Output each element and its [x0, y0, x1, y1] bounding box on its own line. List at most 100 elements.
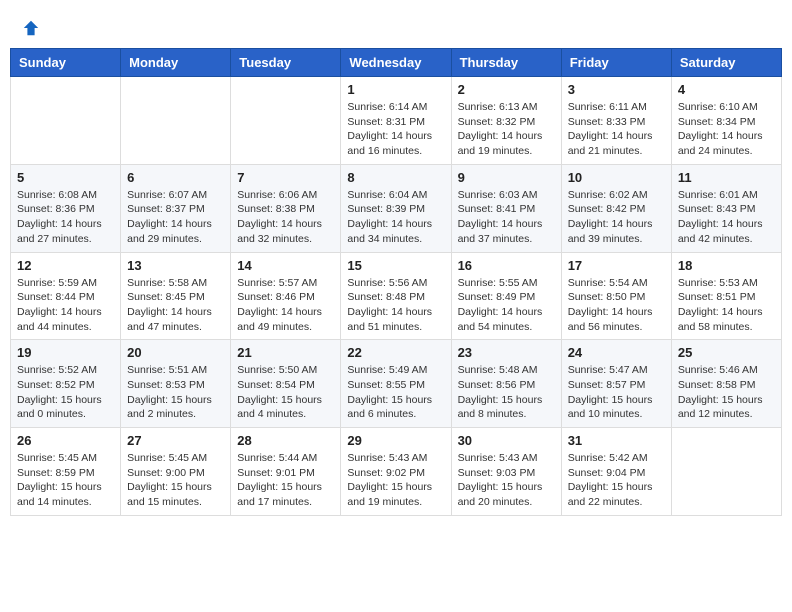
day-info: Sunrise: 6:02 AMSunset: 8:42 PMDaylight:…: [568, 188, 665, 247]
day-number: 24: [568, 345, 665, 360]
day-number: 8: [347, 170, 444, 185]
calendar-cell: 9Sunrise: 6:03 AMSunset: 8:41 PMDaylight…: [451, 164, 561, 252]
day-info: Sunrise: 5:53 AMSunset: 8:51 PMDaylight:…: [678, 276, 775, 335]
day-info: Sunrise: 5:59 AMSunset: 8:44 PMDaylight:…: [17, 276, 114, 335]
day-info: Sunrise: 5:48 AMSunset: 8:56 PMDaylight:…: [458, 363, 555, 422]
calendar-week-row: 26 Sunrise: 5:45 AMSunset: 8:59 PMDayligh…: [11, 428, 782, 516]
day-info: Sunrise: 5:56 AMSunset: 8:48 PMDaylight:…: [347, 276, 444, 335]
logo-icon: [22, 19, 40, 37]
calendar-cell: 20Sunrise: 5:51 AMSunset: 8:53 PMDayligh…: [121, 340, 231, 428]
day-info: Sunrise: 6:01 AMSunset: 8:43 PMDaylight:…: [678, 188, 775, 247]
day-info: Sunrise: 5:42 AMSunset: 9:04 PMDaylight:…: [568, 451, 665, 510]
day-number: 18: [678, 258, 775, 273]
day-info: Sunrise: 5:58 AMSunset: 8:45 PMDaylight:…: [127, 276, 224, 335]
day-number: 14: [237, 258, 334, 273]
calendar-cell: 18 Sunrise: 5:53 AMSunset: 8:51 PMDayligh…: [671, 252, 781, 340]
day-info: Sunrise: 5:44 AMSunset: 9:01 PMDaylight:…: [237, 451, 334, 510]
day-number: 4: [678, 82, 775, 97]
calendar-cell: 10 Sunrise: 6:02 AMSunset: 8:42 PMDayligh…: [561, 164, 671, 252]
day-number: 6: [127, 170, 224, 185]
calendar-cell: [231, 77, 341, 165]
calendar-cell: [671, 428, 781, 516]
day-number: 19: [17, 345, 114, 360]
day-info: Sunrise: 5:45 AMSunset: 8:59 PMDaylight:…: [17, 451, 114, 510]
calendar-cell: 7Sunrise: 6:06 AMSunset: 8:38 PMDaylight…: [231, 164, 341, 252]
day-number: 28: [237, 433, 334, 448]
day-info: Sunrise: 6:14 AMSunset: 8:31 PMDaylight:…: [347, 100, 444, 159]
day-number: 22: [347, 345, 444, 360]
calendar-cell: 5 Sunrise: 6:08 AMSunset: 8:36 PMDaylight…: [11, 164, 121, 252]
day-info: Sunrise: 6:13 AMSunset: 8:32 PMDaylight:…: [458, 100, 555, 159]
calendar-cell: 31 Sunrise: 5:42 AMSunset: 9:04 PMDayligh…: [561, 428, 671, 516]
day-info: Sunrise: 5:45 AMSunset: 9:00 PMDaylight:…: [127, 451, 224, 510]
day-info: Sunrise: 6:11 AMSunset: 8:33 PMDaylight:…: [568, 100, 665, 159]
day-number: 2: [458, 82, 555, 97]
calendar-cell: 24 Sunrise: 5:47 AMSunset: 8:57 PMDayligh…: [561, 340, 671, 428]
calendar-cell: 22 Sunrise: 5:49 AMSunset: 8:55 PMDayligh…: [341, 340, 451, 428]
day-info: Sunrise: 5:46 AMSunset: 8:58 PMDaylight:…: [678, 363, 775, 422]
day-number: 21: [237, 345, 334, 360]
day-header-monday: Monday: [121, 49, 231, 77]
day-number: 31: [568, 433, 665, 448]
calendar-cell: 4Sunrise: 6:10 AMSunset: 8:34 PMDaylight…: [671, 77, 781, 165]
day-header-tuesday: Tuesday: [231, 49, 341, 77]
day-info: Sunrise: 5:52 AMSunset: 8:52 PMDaylight:…: [17, 363, 114, 422]
calendar-cell: 2 Sunrise: 6:13 AMSunset: 8:32 PMDaylight…: [451, 77, 561, 165]
calendar-cell: 13 Sunrise: 5:58 AMSunset: 8:45 PMDayligh…: [121, 252, 231, 340]
day-number: 25: [678, 345, 775, 360]
calendar-cell: 1 Sunrise: 6:14 AMSunset: 8:31 PMDaylight…: [341, 77, 451, 165]
calendar-week-row: 5 Sunrise: 6:08 AMSunset: 8:36 PMDaylight…: [11, 164, 782, 252]
day-number: 16: [458, 258, 555, 273]
day-number: 15: [347, 258, 444, 273]
calendar-cell: 15 Sunrise: 5:56 AMSunset: 8:48 PMDayligh…: [341, 252, 451, 340]
day-number: 27: [127, 433, 224, 448]
day-number: 12: [17, 258, 114, 273]
day-header-thursday: Thursday: [451, 49, 561, 77]
calendar-cell: 19 Sunrise: 5:52 AMSunset: 8:52 PMDayligh…: [11, 340, 121, 428]
day-number: 10: [568, 170, 665, 185]
calendar-cell: [121, 77, 231, 165]
calendar-week-row: 19 Sunrise: 5:52 AMSunset: 8:52 PMDayligh…: [11, 340, 782, 428]
calendar-cell: 11 Sunrise: 6:01 AMSunset: 8:43 PMDayligh…: [671, 164, 781, 252]
calendar-week-row: 12 Sunrise: 5:59 AMSunset: 8:44 PMDayligh…: [11, 252, 782, 340]
day-info: Sunrise: 5:55 AMSunset: 8:49 PMDaylight:…: [458, 276, 555, 335]
calendar-cell: 30Sunrise: 5:43 AMSunset: 9:03 PMDayligh…: [451, 428, 561, 516]
day-number: 23: [458, 345, 555, 360]
page-header: [10, 10, 782, 38]
calendar-cell: 23 Sunrise: 5:48 AMSunset: 8:56 PMDayligh…: [451, 340, 561, 428]
calendar-cell: 26 Sunrise: 5:45 AMSunset: 8:59 PMDayligh…: [11, 428, 121, 516]
calendar-week-row: 1 Sunrise: 6:14 AMSunset: 8:31 PMDaylight…: [11, 77, 782, 165]
calendar-table: SundayMondayTuesdayWednesdayThursdayFrid…: [10, 48, 782, 516]
day-info: Sunrise: 5:49 AMSunset: 8:55 PMDaylight:…: [347, 363, 444, 422]
day-info: Sunrise: 5:57 AMSunset: 8:46 PMDaylight:…: [237, 276, 334, 335]
calendar-cell: 25 Sunrise: 5:46 AMSunset: 8:58 PMDayligh…: [671, 340, 781, 428]
calendar-cell: 16 Sunrise: 5:55 AMSunset: 8:49 PMDayligh…: [451, 252, 561, 340]
day-info: Sunrise: 6:04 AMSunset: 8:39 PMDaylight:…: [347, 188, 444, 247]
day-info: Sunrise: 5:54 AMSunset: 8:50 PMDaylight:…: [568, 276, 665, 335]
day-header-saturday: Saturday: [671, 49, 781, 77]
day-number: 1: [347, 82, 444, 97]
day-header-wednesday: Wednesday: [341, 49, 451, 77]
day-info: Sunrise: 5:43 AMSunset: 9:03 PMDaylight:…: [458, 451, 555, 510]
day-number: 13: [127, 258, 224, 273]
day-number: 29: [347, 433, 444, 448]
day-info: Sunrise: 5:47 AMSunset: 8:57 PMDaylight:…: [568, 363, 665, 422]
day-number: 11: [678, 170, 775, 185]
day-number: 26: [17, 433, 114, 448]
calendar-header-row: SundayMondayTuesdayWednesdayThursdayFrid…: [11, 49, 782, 77]
day-header-sunday: Sunday: [11, 49, 121, 77]
day-info: Sunrise: 6:08 AMSunset: 8:36 PMDaylight:…: [17, 188, 114, 247]
day-info: Sunrise: 6:07 AMSunset: 8:37 PMDaylight:…: [127, 188, 224, 247]
calendar-cell: [11, 77, 121, 165]
logo: [20, 15, 40, 33]
day-number: 20: [127, 345, 224, 360]
day-number: 3: [568, 82, 665, 97]
day-number: 17: [568, 258, 665, 273]
day-info: Sunrise: 6:03 AMSunset: 8:41 PMDaylight:…: [458, 188, 555, 247]
calendar-body: 1 Sunrise: 6:14 AMSunset: 8:31 PMDaylight…: [11, 77, 782, 516]
day-info: Sunrise: 6:06 AMSunset: 8:38 PMDaylight:…: [237, 188, 334, 247]
calendar-cell: 27 Sunrise: 5:45 AMSunset: 9:00 PMDayligh…: [121, 428, 231, 516]
day-info: Sunrise: 5:50 AMSunset: 8:54 PMDaylight:…: [237, 363, 334, 422]
calendar-cell: 3 Sunrise: 6:11 AMSunset: 8:33 PMDaylight…: [561, 77, 671, 165]
day-number: 5: [17, 170, 114, 185]
